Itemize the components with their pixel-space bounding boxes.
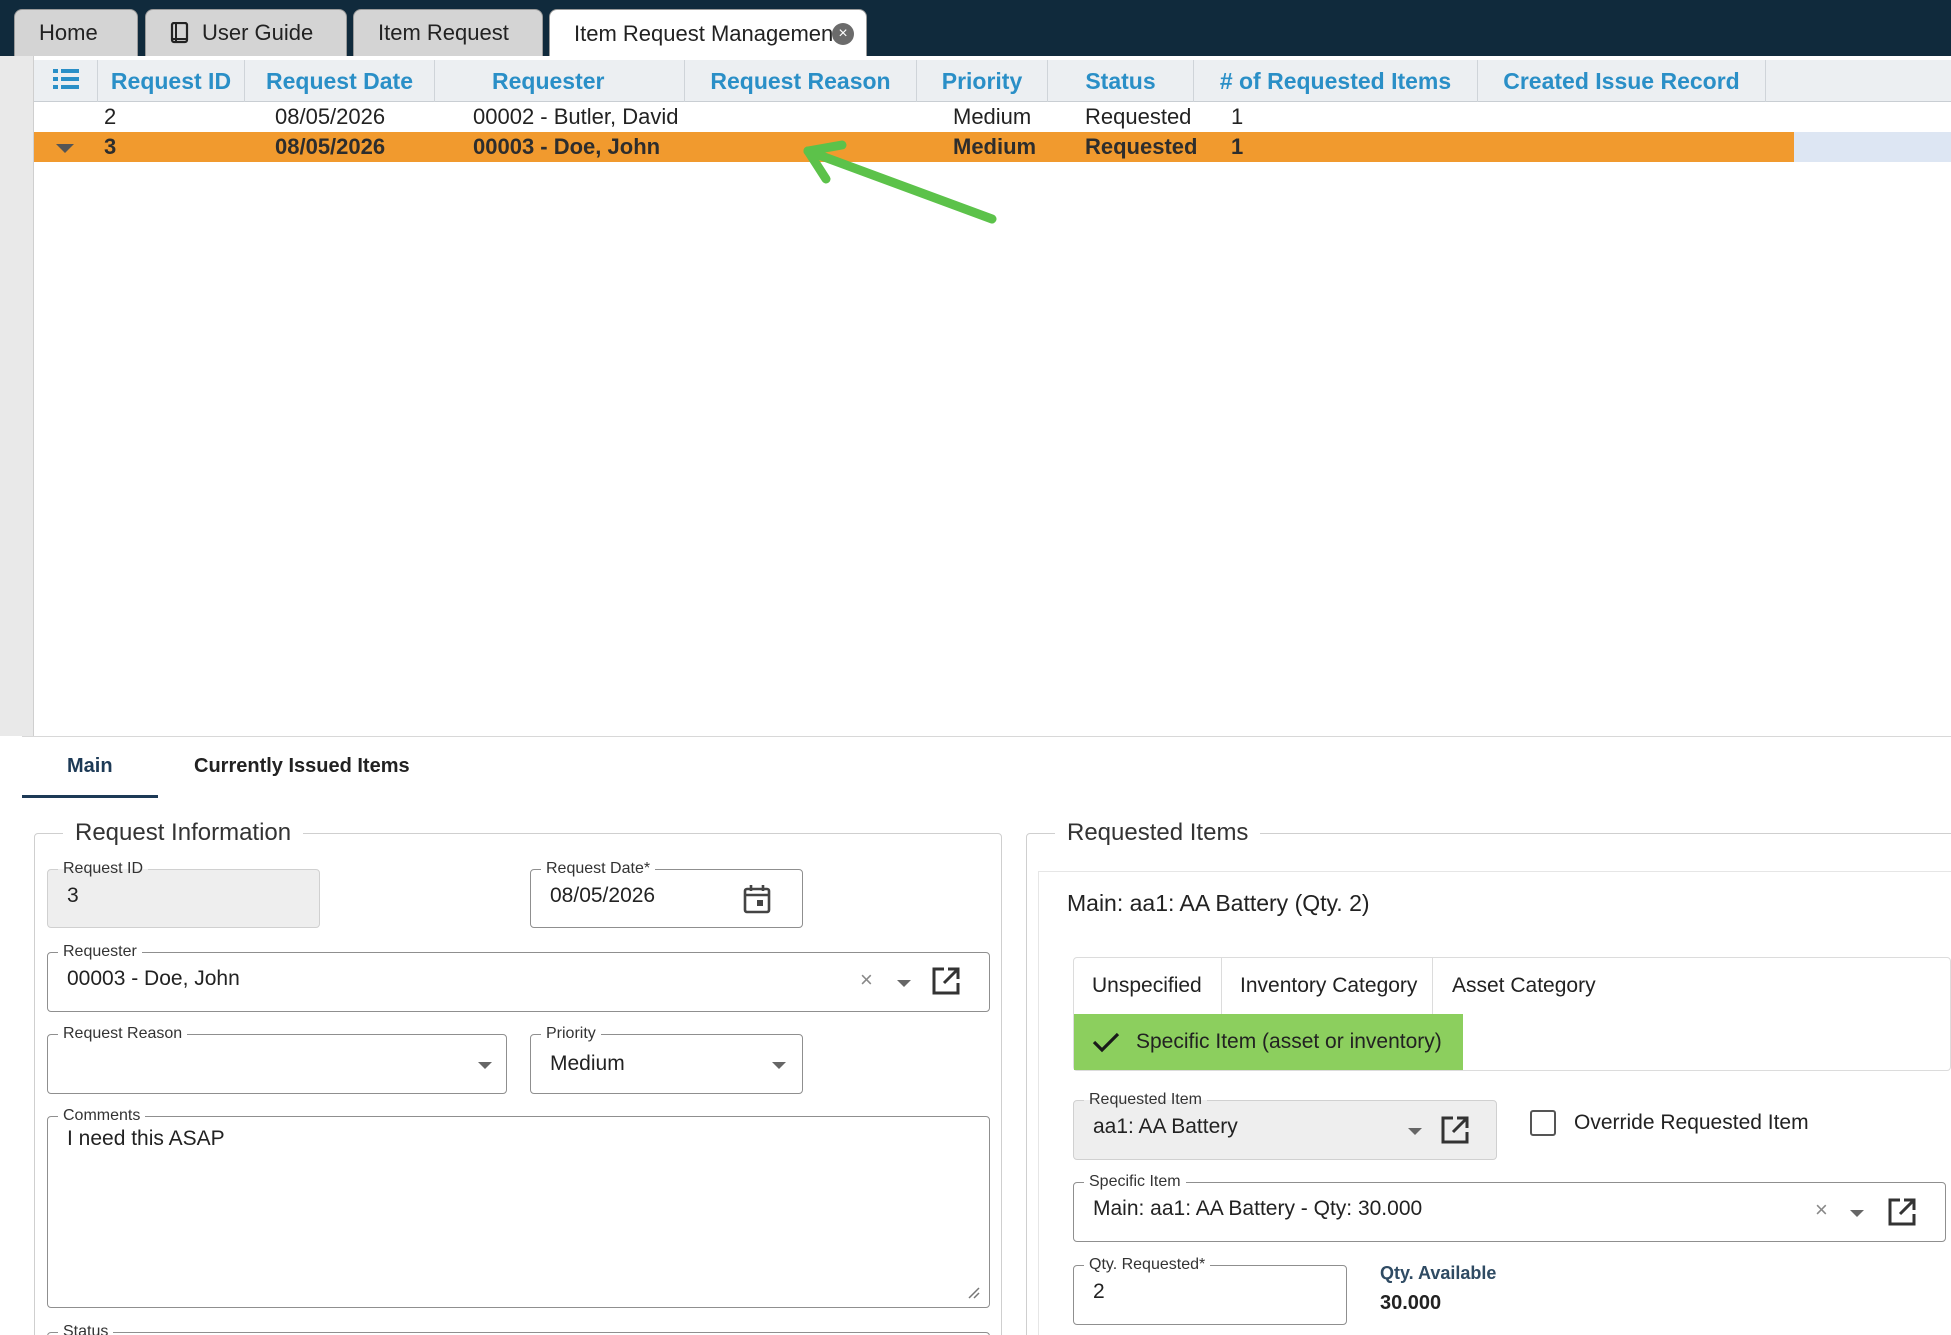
chevron-down-icon[interactable] (772, 1062, 786, 1069)
tab-user-guide[interactable]: User Guide (145, 9, 347, 56)
category-asset[interactable]: Asset Category (1452, 958, 1596, 1014)
grid-header: Request ID Request Date Requester Reques… (34, 60, 1951, 102)
tab-bar: Home User Guide Item Request Item Reques… (0, 0, 1951, 57)
cell-status: Requested (1085, 104, 1192, 129)
column-header-requested-items-count[interactable]: # of Requested Items (1194, 60, 1478, 102)
specific-item-value: Main: aa1: AA Battery - Qty: 30.000 (1093, 1197, 1423, 1220)
chevron-down-icon[interactable] (1850, 1210, 1864, 1217)
column-header-status[interactable]: Status (1048, 60, 1194, 102)
clear-icon[interactable]: × (860, 967, 873, 993)
status-label: Status (58, 1323, 114, 1335)
request-date-label: Request Date* (541, 860, 656, 878)
detail-panel: Main Currently Issued Items Request Info… (22, 736, 1951, 1335)
comments-textarea[interactable]: Comments I need this ASAP (47, 1107, 990, 1308)
resize-handle-icon[interactable] (966, 1285, 980, 1299)
category-specific-label: Specific Item (asset or inventory) (1136, 1030, 1442, 1053)
expand-caret-icon[interactable] (56, 144, 74, 153)
requester-value: 00003 - Doe, John (67, 967, 240, 990)
cell-requester: 00002 - Butler, David (473, 104, 679, 129)
cell-request-date: 08/05/2026 (275, 104, 386, 129)
cell-requested-items-count: 1 (1231, 104, 1244, 129)
specific-item-label: Specific Item (1084, 1173, 1186, 1191)
table-row[interactable]: 2 08/05/2026 00002 - Butler, David Mediu… (34, 102, 1951, 132)
tab-label: User Guide (202, 20, 314, 45)
category-toggle-group: Unspecified Inventory Category Asset Cat… (1073, 957, 1951, 1071)
tab-label: Home (39, 20, 98, 45)
qty-requested-value: 2 (1093, 1280, 1105, 1303)
qty-available-label: Qty. Available (1380, 1263, 1497, 1283)
left-gutter (0, 56, 34, 736)
column-header-priority[interactable]: Priority (917, 60, 1048, 102)
cell-requester: 00003 - Doe, John (473, 134, 661, 159)
cell-request-date: 08/05/2026 (275, 134, 386, 159)
column-header-request-date[interactable]: Request Date (245, 60, 435, 102)
subtab-currently-issued-items[interactable]: Currently Issued Items (194, 755, 410, 778)
specific-item-field[interactable]: Specific Item Main: aa1: AA Battery - Qt… (1073, 1173, 1946, 1242)
cell-requested-items-count: 1 (1231, 134, 1244, 159)
request-id-field: Request ID 3 (47, 860, 320, 928)
comments-value: I need this ASAP (67, 1127, 225, 1150)
column-header-request-id[interactable]: Request ID (98, 60, 245, 102)
book-icon (170, 22, 190, 44)
cell-request-id: 3 (104, 134, 117, 159)
column-header-requester[interactable]: Requester (435, 60, 685, 102)
cell-status: Requested (1085, 134, 1198, 159)
tab-home[interactable]: Home (14, 9, 138, 56)
selected-row-tail (1794, 132, 1951, 162)
request-date-value: 08/05/2026 (550, 884, 656, 907)
priority-value: Medium (550, 1052, 625, 1075)
request-id-label: Request ID (58, 860, 149, 878)
list-icon (52, 68, 79, 95)
cell-priority: Medium (953, 104, 1032, 129)
clear-icon[interactable]: × (1815, 1197, 1828, 1223)
request-date-field[interactable]: Request Date* 08/05/2026 (530, 860, 803, 928)
requested-item-value: aa1: AA Battery (1093, 1115, 1238, 1138)
tab-label: Item Request (378, 20, 509, 45)
priority-select[interactable]: Priority Medium (530, 1025, 803, 1094)
tab-label: Item Request Management (574, 20, 840, 46)
annotation-arrow-icon (803, 140, 997, 224)
request-id-value: 3 (67, 884, 79, 907)
subtab-main[interactable]: Main (67, 755, 113, 778)
column-menu-button[interactable] (34, 60, 98, 102)
comments-label: Comments (58, 1107, 146, 1125)
category-specific-item[interactable]: Specific Item (asset or inventory) (1074, 1014, 1463, 1070)
requested-item-field[interactable]: Requested Item aa1: AA Battery (1073, 1091, 1497, 1160)
category-divider (1221, 958, 1222, 1014)
override-requested-item-checkbox[interactable] (1530, 1110, 1556, 1136)
requested-item-title: Main: aa1: AA Battery (Qty. 2) (1067, 890, 1370, 916)
qty-requested-label: Qty. Requested* (1084, 1256, 1211, 1274)
tab-item-request[interactable]: Item Request (353, 9, 543, 56)
check-icon (1092, 1031, 1120, 1053)
open-external-icon[interactable] (1440, 1115, 1470, 1145)
request-information-legend: Request Information (75, 819, 292, 846)
request-reason-field[interactable]: Request Reason (47, 1025, 507, 1094)
open-external-icon[interactable] (931, 966, 961, 996)
column-header-created-issue-record[interactable]: Created Issue Record (1478, 60, 1766, 102)
open-external-icon[interactable] (1887, 1197, 1917, 1227)
requested-item-label: Requested Item (1084, 1091, 1207, 1109)
subtab-underline (22, 795, 158, 798)
override-requested-item-label: Override Requested Item (1574, 1111, 1809, 1134)
category-unspecified[interactable]: Unspecified (1092, 958, 1202, 1014)
requested-items-legend: Requested Items (1067, 819, 1249, 846)
requester-label: Requester (58, 943, 142, 961)
request-reason-label: Request Reason (58, 1025, 188, 1043)
calendar-icon[interactable] (743, 884, 771, 914)
category-divider (1432, 958, 1433, 1014)
tab-item-request-management[interactable]: Item Request Management × (549, 9, 867, 57)
requester-field[interactable]: Requester 00003 - Doe, John × (47, 943, 990, 1012)
category-inventory[interactable]: Inventory Category (1240, 958, 1417, 1014)
column-header-request-reason[interactable]: Request Reason (685, 60, 917, 102)
close-icon[interactable]: × (832, 23, 854, 45)
priority-label: Priority (541, 1025, 601, 1043)
chevron-down-icon[interactable] (478, 1062, 492, 1069)
chevron-down-icon[interactable] (1408, 1128, 1422, 1135)
qty-available-value: 30.000 (1380, 1292, 1442, 1314)
chevron-down-icon[interactable] (897, 980, 911, 987)
qty-requested-field[interactable]: Qty. Requested* 2 (1073, 1256, 1347, 1325)
cell-request-id: 2 (104, 104, 117, 129)
